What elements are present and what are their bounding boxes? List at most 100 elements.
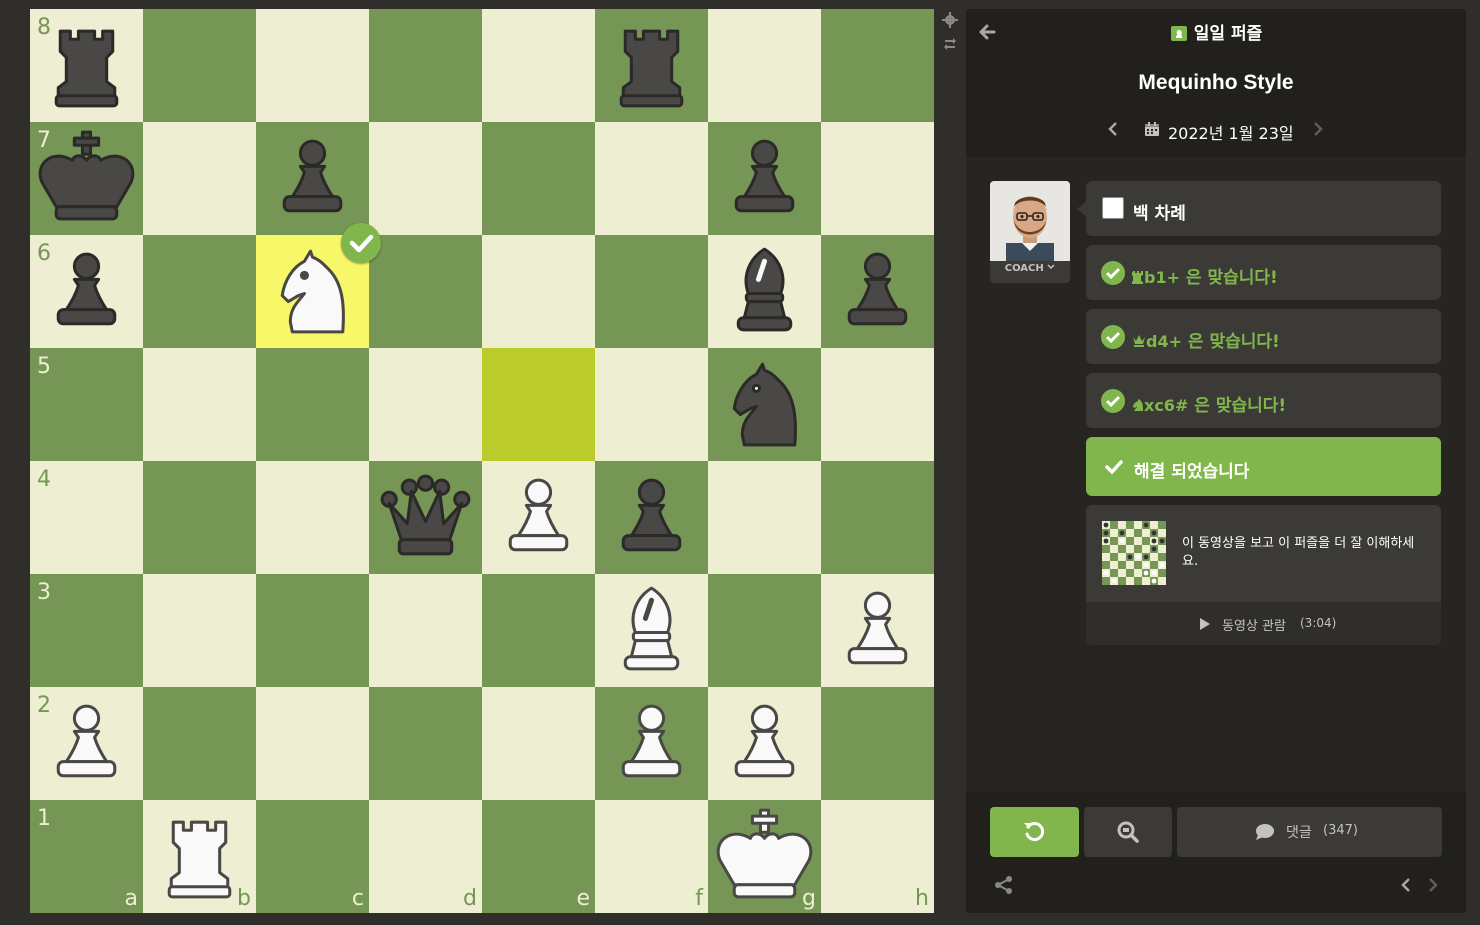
black-pawn-piece[interactable]	[30, 235, 143, 348]
square-d3[interactable]	[369, 574, 482, 687]
square-h2[interactable]	[821, 687, 934, 800]
rank-label: 1	[37, 806, 51, 831]
square-a5[interactable]: 5	[30, 348, 143, 461]
puzzle-date[interactable]: 2022년 1월 23일	[1168, 120, 1294, 144]
square-h7[interactable]	[821, 122, 934, 235]
white-bishop-piece[interactable]	[595, 574, 708, 687]
square-c5[interactable]	[256, 348, 369, 461]
magnifier-icon	[1117, 821, 1139, 843]
square-b8[interactable]	[143, 9, 256, 122]
black-pawn-piece[interactable]	[595, 461, 708, 574]
board-tools	[938, 12, 962, 56]
square-g8[interactable]	[708, 9, 821, 122]
square-c4[interactable]	[256, 461, 369, 574]
white-pawn-piece[interactable]	[821, 574, 934, 687]
square-b3[interactable]	[143, 574, 256, 687]
square-h1[interactable]: h	[821, 800, 934, 913]
square-f1[interactable]: f	[595, 800, 708, 913]
square-b7[interactable]	[143, 122, 256, 235]
square-f7[interactable]	[595, 122, 708, 235]
prev-puzzle-icon[interactable]	[1399, 876, 1413, 894]
video-thumbnail[interactable]	[1102, 521, 1166, 585]
chevron-down-icon	[1047, 264, 1055, 270]
black-queen-piece[interactable]	[369, 461, 482, 574]
black-king-piece[interactable]	[30, 122, 143, 235]
black-rook-piece[interactable]	[30, 9, 143, 122]
square-f6[interactable]	[595, 235, 708, 348]
white-rook-piece[interactable]	[143, 800, 256, 913]
square-h8[interactable]	[821, 9, 934, 122]
square-c2[interactable]	[256, 687, 369, 800]
square-f5[interactable]	[595, 348, 708, 461]
square-d2[interactable]	[369, 687, 482, 800]
file-label: c	[351, 886, 364, 911]
square-c8[interactable]	[256, 9, 369, 122]
square-e1[interactable]: e	[482, 800, 595, 913]
file-label: f	[695, 886, 703, 911]
white-pawn-piece[interactable]	[482, 461, 595, 574]
square-g3[interactable]	[708, 574, 821, 687]
coach-label[interactable]: COACH	[990, 263, 1070, 274]
black-knight-piece[interactable]	[708, 348, 821, 461]
square-b6[interactable]	[143, 235, 256, 348]
next-date-icon[interactable]	[1311, 120, 1325, 138]
file-label: e	[576, 886, 590, 911]
watch-video-button[interactable]: 동영상 관람 (3:04)	[1086, 602, 1441, 645]
square-d1[interactable]: d	[369, 800, 482, 913]
square-e7[interactable]	[482, 122, 595, 235]
black-rook-piece[interactable]	[595, 9, 708, 122]
square-h5[interactable]	[821, 348, 934, 461]
square-b2[interactable]	[143, 687, 256, 800]
comments-button[interactable]: 댓글 (347)	[1177, 807, 1442, 857]
square-d8[interactable]	[369, 9, 482, 122]
square-e6[interactable]	[482, 235, 595, 348]
flip-board-icon[interactable]	[942, 36, 958, 52]
square-e2[interactable]	[482, 687, 595, 800]
black-pawn-piece[interactable]	[708, 122, 821, 235]
puzzle-name: Mequinho Style	[1138, 71, 1294, 94]
coach-portrait	[990, 181, 1070, 261]
square-g4[interactable]	[708, 461, 821, 574]
queen-figurine-icon	[1133, 335, 1145, 347]
square-h4[interactable]	[821, 461, 934, 574]
coach-avatar[interactable]: COACH	[990, 181, 1070, 283]
black-bishop-piece[interactable]	[708, 235, 821, 348]
square-e3[interactable]	[482, 574, 595, 687]
calendar-icon[interactable]	[1144, 121, 1160, 137]
turn-text: 백 차례	[1133, 204, 1186, 224]
square-c3[interactable]	[256, 574, 369, 687]
date-navigator: 2022년 1월 23일	[966, 118, 1466, 144]
analysis-button[interactable]	[1084, 807, 1172, 857]
gear-icon[interactable]	[942, 12, 958, 28]
square-a4[interactable]: 4	[30, 461, 143, 574]
square-a1[interactable]: 1a	[30, 800, 143, 913]
check-circle-icon	[1101, 389, 1125, 413]
square-d6[interactable]	[369, 235, 482, 348]
move-text: b1+ 은 맞습니다!	[1131, 263, 1278, 288]
knight-figurine-icon	[1133, 399, 1143, 411]
chess-board[interactable]: 87654321abcdefgh	[30, 9, 934, 913]
prev-date-icon[interactable]	[1106, 120, 1120, 138]
white-king-piece[interactable]	[708, 800, 821, 913]
square-d5[interactable]	[369, 348, 482, 461]
next-puzzle-icon[interactable]	[1426, 876, 1440, 894]
square-c1[interactable]: c	[256, 800, 369, 913]
black-pawn-piece[interactable]	[821, 235, 934, 348]
white-pawn-piece[interactable]	[708, 687, 821, 800]
video-description: 이 동영상을 보고 이 퍼즐을 더 잘 이해하세요.	[1182, 536, 1415, 569]
square-e8[interactable]	[482, 9, 595, 122]
square-e5[interactable]	[482, 348, 595, 461]
square-b5[interactable]	[143, 348, 256, 461]
square-a3[interactable]: 3	[30, 574, 143, 687]
solved-text: 해결 되었습니다	[1134, 462, 1250, 482]
file-label: d	[463, 886, 477, 911]
coach-message-turn: 백 차례	[1086, 181, 1441, 236]
black-pawn-piece[interactable]	[256, 122, 369, 235]
white-pawn-piece[interactable]	[595, 687, 708, 800]
video-card[interactable]: 이 동영상을 보고 이 퍼즐을 더 잘 이해하세요. 동영상 관람 (3:04)	[1086, 505, 1441, 645]
share-icon[interactable]	[994, 875, 1014, 895]
square-b4[interactable]	[143, 461, 256, 574]
square-d7[interactable]	[369, 122, 482, 235]
white-pawn-piece[interactable]	[30, 687, 143, 800]
retry-button[interactable]	[990, 807, 1079, 857]
